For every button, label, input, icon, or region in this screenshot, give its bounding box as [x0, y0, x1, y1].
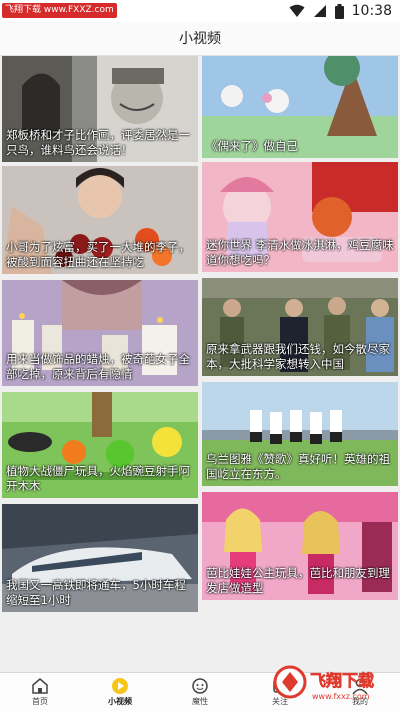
video-card[interactable]: 原来拿武器跟我们还钱，如今散尽家本，大批科学家想转入中国 [202, 278, 398, 376]
wifi-icon [289, 4, 305, 17]
video-card[interactable]: 郑板桥和才子比作画，评委居然是一只鸟，谁料鸟还会说话！ [2, 56, 198, 162]
clock: 10:38 [351, 3, 392, 19]
watermark-badge: 飞翔下载 www.FXXZ.com [2, 3, 117, 18]
status-right: 10:38 [289, 2, 392, 20]
logo-sub: www.fxxz.com [312, 692, 370, 701]
tab-home[interactable]: 首页 [0, 673, 80, 711]
video-caption: 小哥为了炫富，买了一大堆的李子，被酸到面容扭曲还在坚持吃 [6, 240, 190, 269]
battery-icon [334, 3, 344, 19]
video-caption: 原来拿武器跟我们还钱，如今散尽家本，大批科学家想转入中国 [206, 342, 390, 371]
face-icon [192, 678, 208, 694]
signal-icon [313, 5, 326, 17]
page-title: 小视频 [0, 22, 400, 56]
video-card[interactable]: 乌兰图雅《赞歌》真好听！英雄的祖国屹立在东方。 [202, 382, 398, 486]
video-caption: 用来当做饰品的蜡烛，被奇葩女子全部吃掉，原来背后有隐情 [6, 352, 190, 381]
tab-label: 魔性 [192, 697, 208, 706]
video-card[interactable]: 小哥为了炫富，买了一大堆的李子，被酸到面容扭曲还在坚持吃 [2, 166, 198, 274]
video-caption: 迷你世界 李清水做冰淇淋，鸡豆腐味道你想吃吗？ [206, 238, 394, 267]
video-feed[interactable]: 郑板桥和才子比作画，评委居然是一只鸟，谁料鸟还会说话！ 《偶来了》做自己 小哥为 [0, 56, 400, 676]
video-caption: 乌兰图雅《赞歌》真好听！英雄的祖国屹立在东方。 [206, 452, 390, 481]
tab-label: 首页 [32, 697, 48, 706]
video-card[interactable]: 《偶来了》做自己 [202, 56, 398, 158]
video-card[interactable]: 植物大战僵尸玩具，火焰豌豆射手阿开木木 [2, 392, 198, 498]
video-card[interactable]: 我国又一高铁即将通车，5小时车程缩短至1小时 [2, 504, 198, 612]
video-caption: 我国又一高铁即将通车，5小时车程缩短至1小时 [6, 578, 186, 607]
status-bar: 飞翔下载 www.FXXZ.com 10:38 [0, 0, 400, 22]
video-card[interactable]: 芭比娃娃公主玩具，芭比和朋友到理发店做造型 [202, 492, 398, 600]
video-caption: 《偶来了》做自己 [206, 139, 298, 153]
video-card[interactable]: 迷你世界 李清水做冰淇淋，鸡豆腐味道你想吃吗？ [202, 162, 398, 272]
video-caption: 植物大战僵尸玩具，火焰豌豆射手阿开木木 [6, 464, 190, 493]
logo-text: 飞翔下载 [310, 671, 374, 690]
home-icon [32, 678, 48, 694]
tab-label: 小视频 [108, 697, 132, 706]
tab-mo-xing[interactable]: 魔性 [160, 673, 240, 711]
video-caption: 芭比娃娃公主玩具，芭比和朋友到理发店做造型 [206, 566, 390, 595]
watermark-logo: 飞翔下载 www.fxxz.com [272, 664, 392, 704]
tab-short-video[interactable]: 小视频 [80, 673, 160, 711]
play-icon [112, 678, 128, 694]
video-caption: 郑板桥和才子比作画，评委居然是一只鸟，谁料鸟还会说话！ [6, 128, 190, 157]
fxxz-logo-icon: 飞翔下载 www.fxxz.com [273, 665, 374, 701]
video-card[interactable]: 用来当做饰品的蜡烛，被奇葩女子全部吃掉，原来背后有隐情 [2, 280, 198, 386]
